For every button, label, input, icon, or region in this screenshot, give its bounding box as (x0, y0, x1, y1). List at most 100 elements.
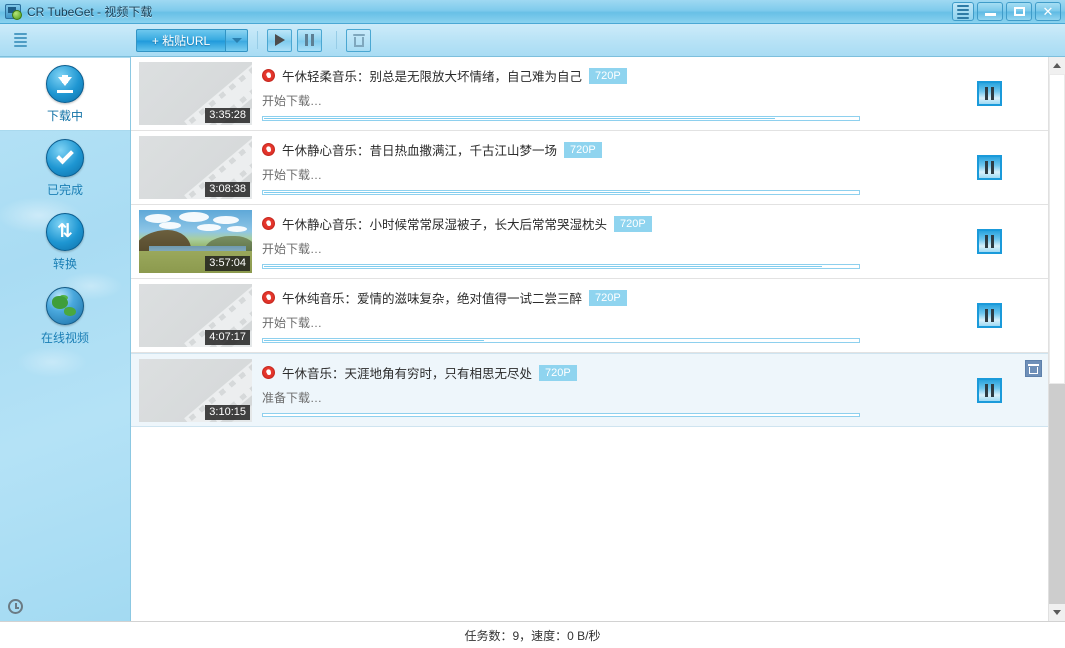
row-pause-button[interactable] (977, 155, 1002, 180)
app-window: CR TubeGet - 视频下载 ✕ + 粘贴URL (0, 0, 1065, 648)
progress-bar (262, 338, 860, 343)
cloud-shape (179, 212, 209, 222)
progress-bar-fill (264, 192, 650, 193)
video-duration: 3:08:38 (205, 182, 250, 197)
clock-icon[interactable] (8, 599, 23, 614)
row-actions (930, 279, 1048, 352)
row-pause-button[interactable] (977, 378, 1002, 403)
scroll-down-button[interactable] (1049, 604, 1065, 621)
window-body: 下载中 已完成 ⇅ 转换 在线视频 (0, 57, 1065, 621)
video-title: 午休静心音乐：昔日热血撒满江，千古江山梦一场 (282, 140, 557, 159)
title-bar: CR TubeGet - 视频下载 ✕ (0, 0, 1065, 24)
video-thumbnail: 3:35:28 (139, 62, 252, 125)
progress-bar (262, 413, 860, 417)
download-status-text: 开始下载… (262, 240, 920, 257)
row-details: 午休纯音乐：爱情的滋味复杂，绝对值得一试二尝三醉720P开始下载… (252, 279, 930, 352)
pause-download-button[interactable] (297, 29, 322, 52)
sidebar-footer (0, 591, 130, 621)
video-title: 午休纯音乐：爱情的滋味复杂，绝对值得一试二尝三醉 (282, 288, 582, 307)
video-duration: 3:35:28 (205, 108, 250, 123)
download-status-text: 准备下载… (262, 389, 920, 406)
sidebar-label-convert: 转换 (53, 255, 77, 272)
trash-icon (353, 34, 365, 47)
title-bar-left: CR TubeGet - 视频下载 (0, 3, 152, 20)
quality-badge: 720P (539, 365, 577, 381)
row-delete-button[interactable] (1025, 360, 1042, 377)
table-row[interactable]: 3:08:38 午休静心音乐：昔日热血撒满江，千古江山梦一场 720P 开始下载… (131, 131, 1048, 205)
download-status-text: 开始下载… (262, 92, 920, 109)
list-view-icon (14, 33, 27, 47)
table-row[interactable]: 3:10:15午休音乐：天涯地角有穷时，只有相思无尽处720P准备下载… (131, 353, 1048, 427)
paste-url-dropdown-button[interactable] (226, 29, 248, 52)
row-actions (930, 205, 1048, 278)
quality-badge: 720P (589, 290, 627, 306)
video-duration: 3:10:15 (205, 405, 250, 420)
progress-bar (262, 116, 860, 121)
delete-download-button[interactable] (346, 29, 371, 52)
cloud-shape (227, 226, 247, 232)
sidebar-item-convert[interactable]: ⇅ 转换 (0, 205, 130, 279)
table-row[interactable]: 3:57:04 午休静心音乐：小时候常常尿湿被子，长大后常常哭湿枕头 720P 开始下… (131, 205, 1048, 279)
row-details: 午休音乐：天涯地角有穷时，只有相思无尽处720P准备下载… (252, 354, 930, 426)
quality-badge: 720P (564, 142, 602, 158)
video-app-icon (5, 4, 21, 19)
row-pause-button[interactable] (977, 81, 1002, 106)
start-download-button[interactable] (267, 29, 292, 52)
row-details: 午休静心音乐：昔日热血撒满江，千古江山梦一场 720P 开始下载… (252, 131, 930, 204)
sidebar-label-downloading: 下载中 (47, 107, 83, 124)
row-actions (930, 57, 1048, 130)
minimize-button[interactable] (977, 2, 1003, 21)
source-marker-icon (262, 366, 275, 379)
row-pause-button[interactable] (977, 229, 1002, 254)
maximize-icon (1014, 7, 1025, 16)
arrow-up-icon (1053, 63, 1061, 68)
scrollbar-track[interactable] (1049, 74, 1065, 604)
toolbar-separator-1 (257, 31, 258, 49)
sidebar-item-completed[interactable]: 已完成 (0, 131, 130, 205)
main-panel: 3:35:28 午休轻柔音乐：别总是无限放大坏情绪，自己难为自己 720P 开始下载…… (131, 57, 1065, 621)
play-icon (275, 34, 285, 46)
maximize-button[interactable] (1006, 2, 1032, 21)
status-bar-text: 任务数：9，速度：0 B/秒 (464, 627, 600, 644)
sidebar: 下载中 已完成 ⇅ 转换 在线视频 (0, 57, 131, 621)
toolbar-buttons: + 粘贴URL (136, 29, 376, 52)
scrollbar-thumb[interactable] (1049, 74, 1065, 384)
window-title: CR TubeGet - 视频下载 (27, 3, 152, 20)
video-title: 午休轻柔音乐：别总是无限放大坏情绪，自己难为自己 (282, 66, 582, 85)
video-thumbnail: 3:57:04 (139, 210, 252, 273)
row-details: 午休静心音乐：小时候常常尿湿被子，长大后常常哭湿枕头 720P 开始下载… (252, 205, 930, 278)
row-title-line: 午休静心音乐：昔日热血撒满江，千古江山梦一场 720P (262, 140, 920, 159)
status-bar: 任务数：9，速度：0 B/秒 (0, 621, 1065, 648)
close-icon: ✕ (1043, 5, 1054, 18)
source-marker-icon (262, 217, 275, 230)
paste-url-button[interactable]: + 粘贴URL (136, 29, 226, 52)
cloud-shape (197, 224, 221, 231)
download-status-text: 开始下载… (262, 166, 920, 183)
quality-badge: 720P (614, 216, 652, 232)
row-title-line: 午休纯音乐：爱情的滋味复杂，绝对值得一试二尝三醉 720P (262, 288, 920, 307)
video-duration: 4:07:17 (205, 330, 250, 345)
video-title: 午休静心音乐：小时候常常尿湿被子，长大后常常哭湿枕头 (282, 214, 607, 233)
window-controls: ✕ (952, 2, 1061, 21)
table-row[interactable]: 3:35:28 午休轻柔音乐：别总是无限放大坏情绪，自己难为自己 720P 开始下载… (131, 57, 1048, 131)
scroll-up-button[interactable] (1049, 57, 1065, 74)
progress-bar-fill (264, 118, 775, 119)
chevron-down-icon (232, 38, 242, 43)
list-view-button[interactable] (0, 33, 40, 47)
video-thumbnail: 4:07:17 (139, 284, 252, 347)
download-icon (46, 65, 84, 103)
close-button[interactable]: ✕ (1035, 2, 1061, 21)
toolbar: + 粘贴URL (0, 24, 1065, 57)
row-title-line: 午休静心音乐：小时候常常尿湿被子，长大后常常哭湿枕头 720P (262, 214, 920, 233)
pause-icon (305, 34, 314, 46)
row-pause-button[interactable] (977, 303, 1002, 328)
menu-button[interactable] (952, 2, 974, 21)
quality-badge: 720P (589, 68, 627, 84)
video-thumbnail: 3:08:38 (139, 136, 252, 199)
sidebar-item-downloading[interactable]: 下载中 (0, 57, 130, 131)
table-row[interactable]: 4:07:17午休纯音乐：爱情的滋味复杂，绝对值得一试二尝三醉720P开始下载… (131, 279, 1048, 353)
video-thumbnail: 3:10:15 (139, 359, 252, 422)
progress-bar (262, 190, 860, 195)
sidebar-item-online-video[interactable]: 在线视频 (0, 279, 130, 353)
list-scrollbar[interactable] (1048, 57, 1065, 621)
